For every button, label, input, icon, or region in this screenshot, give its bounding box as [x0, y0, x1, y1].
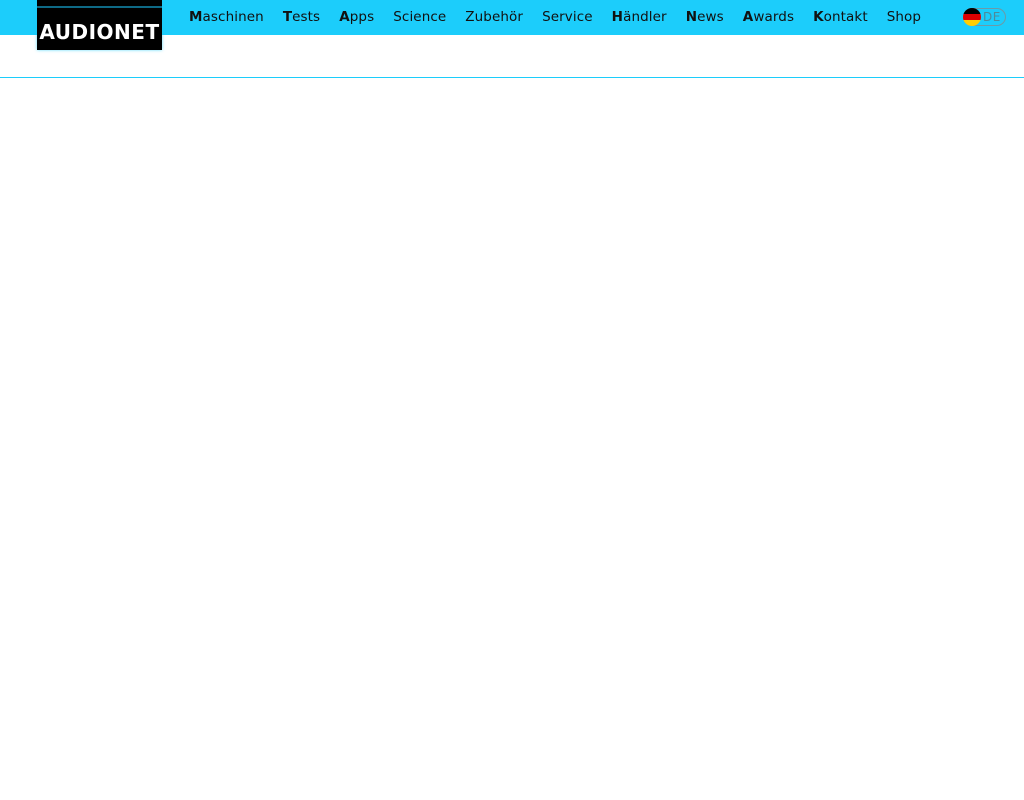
main-content-area	[0, 78, 1024, 800]
nav-item-label: hop	[895, 9, 922, 25]
nav-item-maschinen[interactable]: Maschinen	[189, 1, 264, 34]
nav-item-apps[interactable]: Apps	[339, 1, 374, 34]
nav-item-initial: H	[611, 9, 624, 25]
nav-item-tests[interactable]: Tests	[283, 1, 320, 34]
nav-item-initial: K	[813, 9, 824, 25]
nav-item-label: cience	[401, 9, 447, 25]
nav-item-kontakt[interactable]: Kontakt	[813, 1, 868, 34]
nav-item-shop[interactable]: Shop	[887, 1, 921, 34]
nav-item-label: ews	[697, 9, 724, 25]
nav-item-label: ontakt	[823, 9, 868, 25]
language-label: DE	[983, 10, 1001, 24]
nav-item-initial: Z	[465, 9, 475, 25]
audionet-logo[interactable]: AUDIONET	[37, 0, 162, 50]
nav-item-initial: S	[393, 9, 402, 25]
nav-item-service[interactable]: Service	[542, 1, 593, 34]
nav-item-news[interactable]: News	[686, 1, 724, 34]
nav-item-haendler[interactable]: Händler	[612, 1, 667, 34]
nav-item-initial: A	[339, 9, 350, 25]
logo-text: AUDIONET	[39, 20, 160, 44]
nav-item-science[interactable]: Science	[393, 1, 446, 34]
nav-item-zubehoer[interactable]: Zubehör	[465, 1, 523, 34]
language-switcher[interactable]: DE	[963, 8, 1006, 26]
nav-item-label: ubehör	[474, 9, 524, 25]
nav-item-initial: M	[189, 9, 203, 25]
nav-item-label: aschinen	[202, 9, 264, 25]
nav-item-label: wards	[753, 9, 795, 25]
nav-item-label: pps	[349, 9, 375, 25]
germany-flag-icon	[963, 8, 981, 26]
nav-item-initial: N	[685, 9, 698, 25]
nav-item-label: ests	[292, 9, 321, 25]
nav-item-initial: A	[742, 9, 754, 25]
nav-item-label: ändler	[623, 9, 667, 25]
logo-accent-line	[37, 6, 162, 8]
nav-item-initial: S	[542, 9, 551, 25]
nav-item-label: ervice	[550, 9, 593, 25]
main-navigation: Maschinen Tests Apps Science Zubehör Ser…	[189, 0, 940, 35]
nav-item-initial: T	[282, 9, 293, 25]
nav-item-awards[interactable]: Awards	[743, 1, 794, 34]
